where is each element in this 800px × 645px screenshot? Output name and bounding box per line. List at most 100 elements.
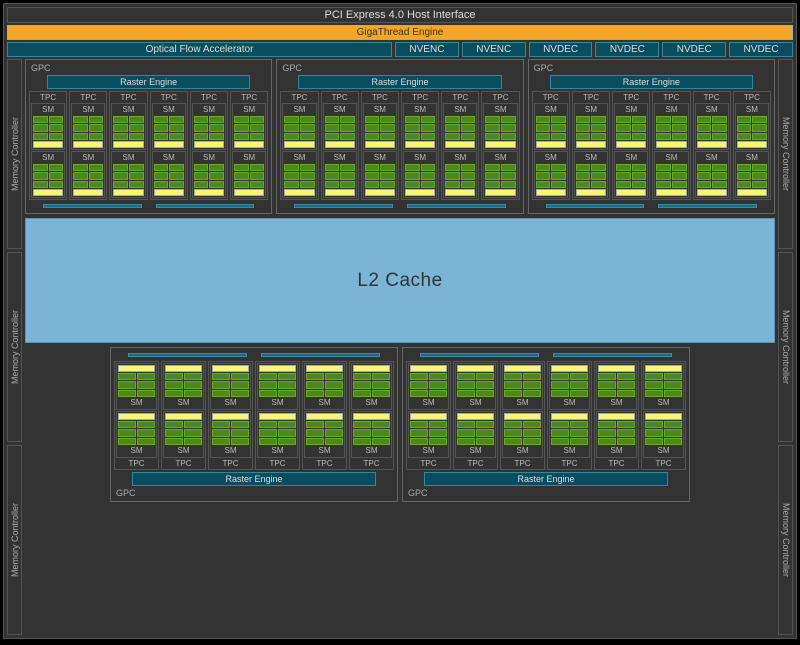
sm-label: SM	[737, 153, 767, 163]
tpc-label: TPC	[735, 93, 769, 102]
sm-block: SM	[71, 103, 105, 150]
cuda-core	[421, 181, 436, 188]
cuda-core	[184, 429, 202, 436]
rt-core	[536, 141, 566, 148]
tpc-row: TPCSMSMTPCSMSMTPCSMSMTPCSMSMTPCSMSMTPCSM…	[29, 91, 268, 200]
raster-engine: Raster Engine	[132, 472, 376, 486]
cuda-core	[284, 124, 299, 131]
sm-block: SM	[304, 363, 345, 410]
cuda-core	[165, 438, 183, 445]
cuda-core	[410, 390, 428, 397]
rt-core	[616, 189, 646, 196]
sm-block: SM	[351, 363, 392, 410]
sm-block: SM	[534, 103, 568, 150]
cuda-core	[259, 390, 277, 397]
cuda-core	[421, 133, 436, 140]
cuda-core	[570, 429, 588, 436]
cuda-core	[340, 172, 355, 179]
rt-core	[73, 141, 103, 148]
cuda-core	[154, 124, 169, 131]
cuda-core	[445, 181, 460, 188]
sm-label: SM	[365, 105, 395, 115]
cuda-core	[278, 429, 296, 436]
cuda-core	[598, 421, 616, 428]
cuda-core	[194, 116, 209, 123]
tpc-block: SMSMTPC	[641, 361, 686, 470]
cuda-core	[278, 421, 296, 428]
sm-cores	[445, 164, 475, 188]
tpc-block: TPCSMSM	[230, 91, 268, 200]
cuda-core	[632, 181, 647, 188]
rt-core	[737, 141, 767, 148]
cuda-core	[129, 124, 144, 131]
cuda-core	[752, 116, 767, 123]
sm-label: SM	[598, 446, 635, 456]
sm-block: SM	[192, 103, 226, 150]
sm-label: SM	[113, 105, 143, 115]
gpc-label: GPC	[532, 63, 771, 73]
cuda-core	[421, 172, 436, 179]
sm-block: SM	[323, 151, 357, 198]
cuda-core	[712, 133, 727, 140]
cuda-core	[380, 181, 395, 188]
sm-block: SM	[257, 363, 298, 410]
cuda-core	[523, 373, 541, 380]
tpc-block: TPCSMSM	[652, 91, 690, 200]
sm-label: SM	[165, 446, 202, 456]
cuda-core	[664, 421, 682, 428]
sm-label: SM	[645, 398, 682, 408]
cuda-core	[476, 421, 494, 428]
sm-block: SM	[455, 363, 496, 410]
sm-cores	[118, 373, 155, 397]
cuda-core	[165, 373, 183, 380]
sm-label: SM	[113, 153, 143, 163]
cuda-core	[284, 133, 299, 140]
sm-cores	[656, 116, 686, 140]
cuda-core	[645, 373, 663, 380]
cuda-core	[697, 116, 712, 123]
sm-cores	[365, 164, 395, 188]
cuda-core	[461, 181, 476, 188]
cuda-core	[129, 181, 144, 188]
sm-cores	[234, 116, 264, 140]
sm-label: SM	[284, 153, 314, 163]
sm-label: SM	[118, 446, 155, 456]
cuda-core	[137, 421, 155, 428]
cuda-core	[485, 172, 500, 179]
tpc-label: TPC	[596, 459, 637, 468]
cuda-core	[645, 390, 663, 397]
cuda-core	[410, 381, 428, 388]
cuda-core	[380, 164, 395, 171]
sm-label: SM	[325, 153, 355, 163]
cuda-core	[645, 429, 663, 436]
rt-core	[259, 365, 296, 372]
rt-core	[234, 141, 264, 148]
cuda-core	[234, 116, 249, 123]
cuda-core	[169, 181, 184, 188]
cuda-core	[523, 438, 541, 445]
rt-core	[457, 365, 494, 372]
cuda-core	[231, 373, 249, 380]
cuda-core	[697, 181, 712, 188]
cuda-core	[284, 116, 299, 123]
cuda-core	[49, 116, 64, 123]
cuda-core	[300, 172, 315, 179]
cuda-core	[551, 373, 569, 380]
sm-cores	[656, 164, 686, 188]
memory-controller: Memory Controller	[7, 252, 22, 442]
cuda-core	[73, 124, 88, 131]
sm-label: SM	[118, 398, 155, 408]
tpc-label: TPC	[192, 93, 226, 102]
cuda-core	[33, 172, 48, 179]
cuda-core	[476, 381, 494, 388]
cuda-core	[325, 133, 340, 140]
cuda-core	[752, 181, 767, 188]
cuda-core	[300, 124, 315, 131]
cuda-core	[129, 116, 144, 123]
cuda-core	[154, 164, 169, 171]
cuda-core	[340, 133, 355, 140]
rt-core	[113, 141, 143, 148]
sm-cores	[212, 373, 249, 397]
rt-core	[118, 413, 155, 420]
tpc-label: TPC	[257, 459, 298, 468]
